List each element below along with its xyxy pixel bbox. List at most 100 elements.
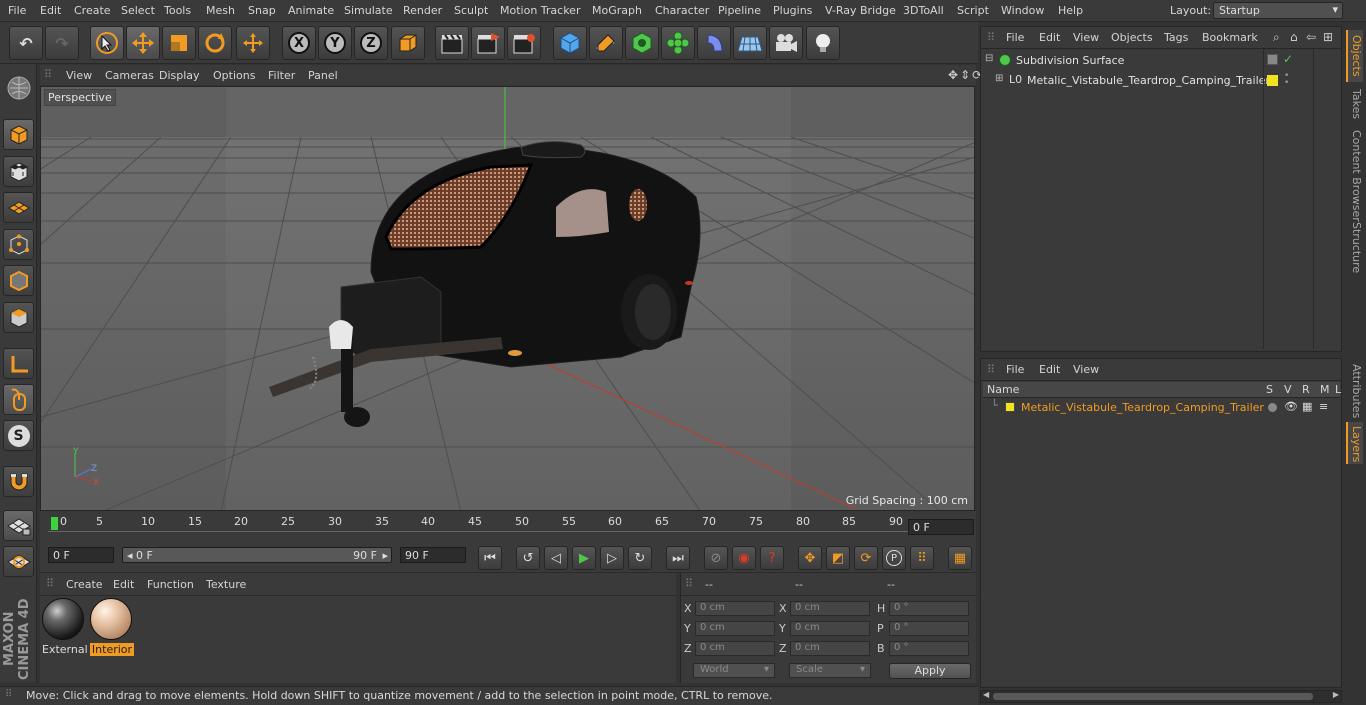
tweak-mode-button[interactable] (3, 384, 34, 415)
render-clapper-icon[interactable]: ▦ (1302, 400, 1312, 413)
autokeying-button[interactable]: ◉ (732, 546, 756, 570)
menu-plugins[interactable]: Plugins (773, 4, 812, 17)
snap-button[interactable] (3, 466, 34, 497)
key-parameter-button[interactable]: P (882, 546, 906, 570)
texture-mode-button[interactable] (3, 156, 34, 187)
home-icon[interactable]: ⌂ (1290, 30, 1298, 44)
coordinate-system-button[interactable] (391, 26, 425, 60)
layer-color-swatch[interactable] (1267, 75, 1278, 86)
tab-takes[interactable]: Takes (1346, 84, 1363, 124)
end-frame-field[interactable]: 90 F (400, 547, 466, 563)
scale-tool-button[interactable] (162, 26, 196, 60)
perspective-viewport[interactable]: Perspective Y Z X Grid Spacing : 100 cm (40, 86, 975, 511)
back-icon[interactable]: ⇦ (1306, 30, 1316, 44)
pen-spline-button[interactable] (589, 26, 623, 60)
next-key-button[interactable]: ↻ (628, 546, 652, 570)
object-row-trailer[interactable]: ⊞ L0 Metalic_Vistabule_Teardrop_Camping_… (981, 72, 1343, 91)
next-frame-button[interactable]: ▷ (600, 546, 624, 570)
menu-select[interactable]: Select (121, 4, 155, 17)
deformer-button[interactable] (697, 26, 731, 60)
tab-attributes[interactable]: Attributes (1346, 360, 1363, 420)
new-window-icon[interactable]: ⊞ (1323, 30, 1333, 44)
rot-b-field[interactable]: 0 ° (889, 641, 969, 656)
menu-sculpt[interactable]: Sculpt (454, 4, 488, 17)
floor-button[interactable] (733, 26, 767, 60)
menu-help[interactable]: Help (1058, 4, 1083, 17)
visibility-dots-icon[interactable]: • • (1284, 72, 1289, 88)
keyframe-selection-button[interactable]: ? (760, 546, 784, 570)
scroll-left-icon[interactable]: ◀ (983, 690, 989, 699)
viewport-menu-options[interactable]: Options (213, 69, 255, 82)
column-render[interactable]: R (1302, 383, 1310, 396)
y-axis-button[interactable]: Y (318, 26, 352, 60)
viewport-menu-filter[interactable]: Filter (268, 69, 295, 82)
menu-window[interactable]: Window (1001, 4, 1044, 17)
eye-icon[interactable]: 👁 (1284, 400, 1298, 413)
menu-3dtoall[interactable]: 3DToAll (903, 4, 944, 17)
column-name[interactable]: Name (987, 383, 1019, 396)
points-mode-button[interactable] (3, 229, 34, 260)
menu-simulate[interactable]: Simulate (344, 4, 393, 17)
object-menu-tags[interactable]: Tags (1164, 31, 1188, 44)
menu-tools[interactable]: Tools (164, 4, 191, 17)
undo-button[interactable]: ↶ (9, 26, 43, 60)
pos-z-field[interactable]: 0 cm (695, 641, 775, 656)
z-axis-button[interactable]: Z (354, 26, 388, 60)
move-tool-button[interactable] (126, 26, 160, 60)
tab-structure[interactable]: Structure (1346, 218, 1363, 273)
key-scale-button[interactable]: ◩ (826, 546, 850, 570)
object-menu-file[interactable]: File (1006, 31, 1024, 44)
scroll-right-icon[interactable]: ▶ (1333, 690, 1339, 699)
subdivision-surface-button[interactable] (625, 26, 659, 60)
render-settings-button[interactable] (507, 26, 541, 60)
object-menu-edit[interactable]: Edit (1039, 31, 1060, 44)
scrollbar-thumb[interactable] (993, 693, 1313, 700)
model-mode-button[interactable] (3, 119, 34, 150)
menu-motion-tracker[interactable]: Motion Tracker (500, 4, 580, 17)
start-frame-field[interactable]: 0 F (48, 547, 114, 563)
menu-render[interactable]: Render (403, 4, 442, 17)
edges-mode-button[interactable] (3, 265, 34, 296)
camera-button[interactable] (769, 26, 803, 60)
key-pla-button[interactable]: ⠿ (910, 546, 934, 570)
column-manager[interactable]: M (1320, 383, 1330, 396)
rot-h-field[interactable]: 0 ° (889, 601, 969, 616)
dolly-icon[interactable]: ⇕ (960, 68, 972, 82)
rotate-tool-button[interactable] (198, 26, 232, 60)
layer-color-swatch[interactable] (1005, 402, 1015, 412)
coordinate-space-select[interactable]: World ▾ (693, 663, 775, 678)
layout-select[interactable]: Startup ▾ (1213, 2, 1343, 19)
menu-character[interactable]: Character (655, 4, 709, 17)
pan-icon[interactable]: ✥ (948, 68, 960, 82)
record-keys-button[interactable]: ⊘ (704, 546, 728, 570)
material-external[interactable]: External (42, 598, 88, 658)
solo-dot-icon[interactable] (1268, 403, 1277, 412)
menu-script[interactable]: Script (957, 4, 989, 17)
size-mode-select[interactable]: Scale ▾ (789, 663, 871, 678)
key-position-button[interactable]: ✥ (798, 546, 822, 570)
live-selection-button[interactable] (90, 26, 124, 60)
render-to-picture-viewer-button[interactable] (471, 26, 505, 60)
cloner-button[interactable] (661, 26, 695, 60)
expand-icon[interactable]: ⊞ (995, 73, 1003, 84)
apply-button[interactable]: Apply (889, 663, 971, 679)
object-menu-view[interactable]: View (1073, 31, 1099, 44)
column-locked[interactable]: L (1335, 383, 1341, 396)
go-to-start-button[interactable]: ⏮ (478, 546, 502, 570)
playhead-marker[interactable] (51, 517, 58, 530)
menu-pipeline[interactable]: Pipeline (718, 4, 761, 17)
viewport-camera-label[interactable]: Perspective (44, 89, 116, 106)
rot-p-field[interactable]: 0 ° (889, 621, 969, 636)
object-row-subdivision-surface[interactable]: ⊟ Subdivision Surface ✓ (981, 52, 1343, 71)
menu-file[interactable]: File (8, 4, 26, 17)
make-editable-button[interactable] (3, 72, 34, 103)
menu-snap[interactable]: Snap (248, 4, 276, 17)
object-menu-bookmarks[interactable]: Bookmark (1202, 31, 1258, 44)
column-solo[interactable]: S (1266, 383, 1273, 396)
size-x-field[interactable]: 0 cm (790, 601, 870, 616)
size-y-field[interactable]: 0 cm (790, 621, 870, 636)
tab-objects[interactable]: Objects (1346, 30, 1363, 82)
layer-row[interactable]: └ Metalic_Vistabule_Teardrop_Camping_Tra… (983, 399, 1340, 416)
object-menu-objects[interactable]: Objects (1111, 31, 1153, 44)
viewport-menu-view[interactable]: View (66, 69, 92, 82)
